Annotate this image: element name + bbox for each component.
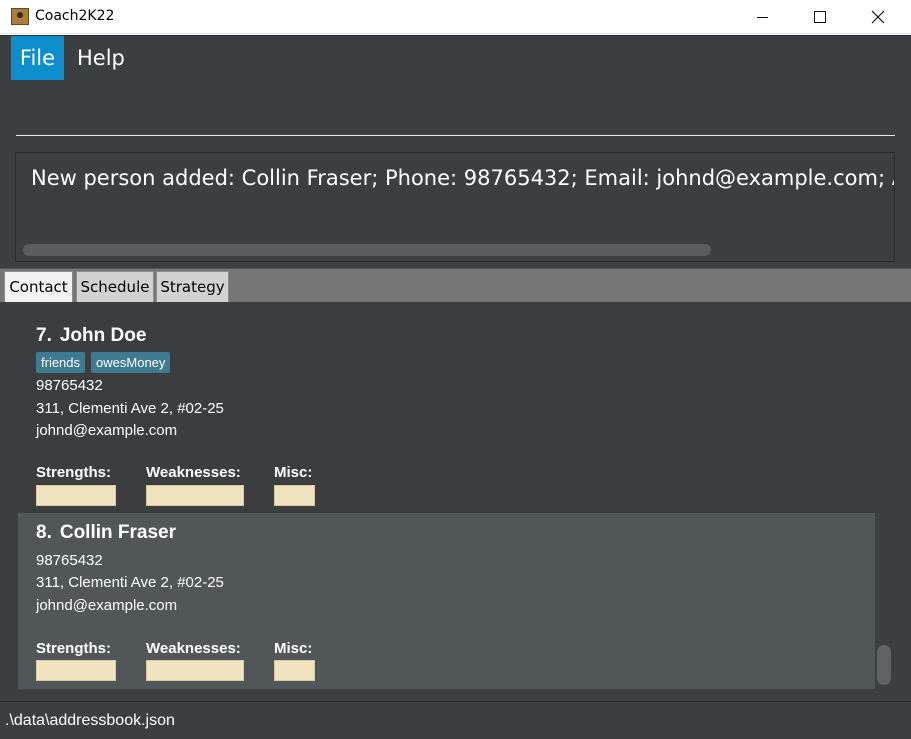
person-address: 311, Clementi Ave 2, #02-25 bbox=[36, 574, 224, 591]
window-title: Coach2K22 bbox=[35, 8, 115, 24]
person-name: 8. Collin Fraser bbox=[36, 522, 176, 544]
tab-bar: Contact Schedule Strategy bbox=[0, 268, 911, 302]
weaknesses-box bbox=[146, 485, 244, 506]
person-address: 311, Clementi Ave 2, #02-25 bbox=[36, 400, 224, 417]
person-name-text: John Doe bbox=[59, 325, 147, 346]
person-name: 7. John Doe bbox=[36, 325, 146, 347]
person-card[interactable]: 7. John Doe friends owesMoney 98765432 31… bbox=[18, 315, 875, 513]
weaknesses-label: Weaknesses: bbox=[146, 464, 241, 481]
strengths-label: Strengths: bbox=[36, 640, 111, 657]
person-index: 8. bbox=[36, 522, 52, 543]
strengths-box bbox=[36, 660, 116, 681]
status-bar: .\data\addressbook.json bbox=[0, 701, 911, 739]
command-input[interactable] bbox=[16, 89, 895, 136]
maximize-button[interactable] bbox=[791, 0, 849, 34]
person-phone: 98765432 bbox=[36, 552, 103, 569]
weaknesses-box bbox=[146, 660, 244, 681]
command-box-area bbox=[0, 80, 911, 144]
misc-label: Misc: bbox=[274, 464, 313, 481]
tab-schedule[interactable]: Schedule bbox=[76, 271, 154, 302]
menu-bar: File Help bbox=[0, 35, 911, 80]
person-list[interactable]: 7. John Doe friends owesMoney 98765432 31… bbox=[18, 315, 875, 690]
person-email: johnd@example.com bbox=[36, 422, 178, 439]
strengths-box bbox=[36, 485, 116, 506]
menu-help[interactable]: Help bbox=[67, 36, 135, 80]
tab-contact[interactable]: Contact bbox=[4, 271, 73, 302]
person-email: johnd@example.com bbox=[36, 597, 178, 614]
weaknesses-label: Weaknesses: bbox=[146, 640, 241, 657]
result-display[interactable]: New person added: Collin Fraser; Phone: … bbox=[15, 152, 895, 262]
tag: owesMoney bbox=[91, 352, 171, 373]
horizontal-scrollbar[interactable] bbox=[23, 244, 711, 256]
close-button[interactable] bbox=[849, 0, 907, 34]
strengths-label: Strengths: bbox=[36, 464, 111, 481]
tag-list: friends owesMoney bbox=[36, 352, 171, 373]
tab-strategy[interactable]: Strategy bbox=[156, 271, 229, 302]
result-message: New person added: Collin Fraser; Phone: … bbox=[31, 166, 894, 190]
person-list-panel: 7. John Doe friends owesMoney 98765432 31… bbox=[0, 302, 911, 701]
tag: friends bbox=[36, 352, 86, 373]
close-icon bbox=[871, 10, 885, 24]
vertical-scrollbar[interactable] bbox=[877, 645, 891, 685]
title-bar: Coach2K22 bbox=[0, 0, 911, 34]
misc-label: Misc: bbox=[274, 640, 313, 657]
misc-box bbox=[274, 660, 315, 681]
result-display-area: New person added: Collin Fraser; Phone: … bbox=[0, 144, 911, 268]
save-location: .\data\addressbook.json bbox=[5, 712, 175, 729]
person-index: 7. bbox=[36, 325, 52, 346]
person-phone: 98765432 bbox=[36, 377, 103, 394]
minimize-button[interactable] bbox=[733, 0, 791, 34]
person-name-text: Collin Fraser bbox=[59, 522, 177, 543]
menu-file[interactable]: File bbox=[11, 36, 64, 80]
app-icon bbox=[11, 8, 29, 25]
person-card-selected[interactable]: 8. Collin Fraser 98765432 311, Clementi A… bbox=[18, 513, 875, 689]
misc-box bbox=[274, 485, 315, 506]
